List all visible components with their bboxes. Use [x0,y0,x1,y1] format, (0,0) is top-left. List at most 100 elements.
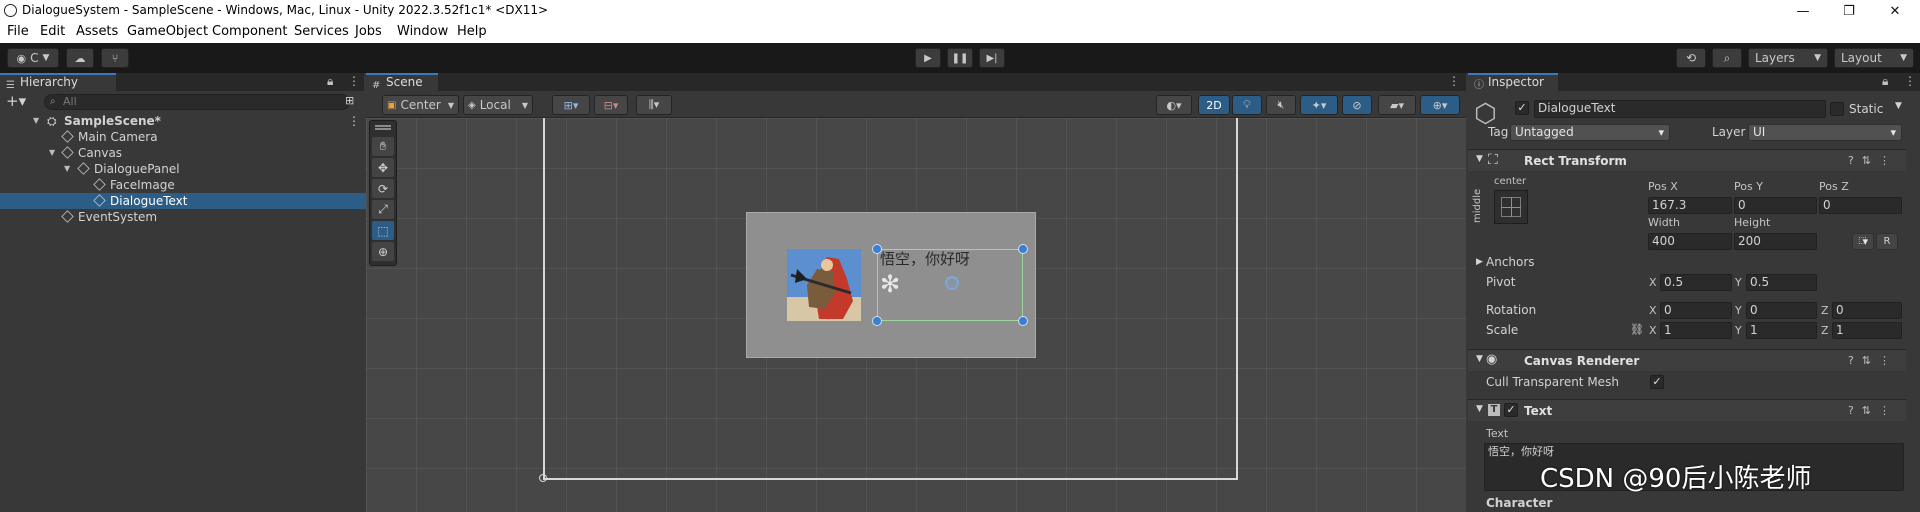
menu-component[interactable]: Component [212,24,287,39]
grid-snap-button[interactable]: ⊞▾ [552,95,590,115]
close-button[interactable]: ✕ [1872,0,1918,22]
menu-jobs[interactable]: Jobs [355,24,382,39]
hidden-objects-toggle[interactable]: ⊘ [1342,95,1372,115]
anchor-flower-icon[interactable]: ✻ [880,270,900,298]
dialogue-panel[interactable]: 悟空，你好呀 ✻ [746,212,1036,358]
step-button[interactable]: ▶| [979,48,1005,68]
menu-window[interactable]: Window [397,24,448,39]
text-enabled-checkbox[interactable]: ✓ [1504,403,1518,417]
rotation-y-field[interactable]: 0 [1746,302,1817,319]
more-options-icon[interactable]: ⋮ [348,74,360,88]
pivot-space-dropdown[interactable]: ◈ Local ▼ [463,95,533,115]
menu-services[interactable]: Services [294,24,349,39]
height-field[interactable]: 200 [1734,233,1817,250]
minimize-button[interactable]: — [1780,0,1826,22]
resize-handle-top-left[interactable] [872,244,882,254]
filter-icon[interactable]: ⊞ [345,94,354,107]
play-button[interactable]: ▶ [915,48,941,68]
text-component-header[interactable]: ▼ T ✓ Text ?⇅⋮ [1468,399,1906,421]
hierarchy-item-faceimage[interactable]: FaceImage [0,177,366,193]
pos-y-field[interactable]: 0 [1734,197,1817,214]
more-options-icon[interactable]: ⋮ [1879,154,1898,167]
width-field[interactable]: 400 [1648,233,1732,250]
cloud-button[interactable]: ☁ [66,48,94,68]
pivot-y-field[interactable]: 0.5 [1746,274,1817,291]
dialogue-text-rect[interactable]: 悟空，你好呀 ✻ [877,249,1023,321]
help-icon[interactable]: ? [1848,354,1862,367]
collapse-arrow-icon[interactable]: ▼ [1476,404,1483,414]
chevron-down-icon[interactable]: ▼ [1895,101,1902,111]
tag-dropdown[interactable]: Untagged [1510,124,1670,141]
component-header-icons[interactable]: ?⇅⋮ [1848,154,1898,167]
rotation-x-field[interactable]: 0 [1660,302,1732,319]
effects-dropdown[interactable]: ✦▾ [1300,95,1338,115]
hierarchy-item-dialoguetext[interactable]: DialogueText [0,193,366,209]
pause-button[interactable]: ❚❚ [947,48,973,68]
align-button[interactable]: ⫼▾ [636,95,672,115]
hierarchy-item-dialoguepanel[interactable]: ▼ DialoguePanel [0,161,366,177]
layers-dropdown[interactable]: Layers ▼ [1748,48,1828,68]
layout-dropdown[interactable]: Layout ▼ [1834,48,1914,68]
increment-snap-button[interactable]: ⊟▾ [594,95,628,115]
pos-x-field[interactable]: 167.3 [1648,197,1732,214]
expand-arrow-icon[interactable]: ▼ [49,145,55,161]
tab-hierarchy[interactable]: ☰ Hierarchy [0,73,116,91]
scene-viewport[interactable]: 悟空，你好呀 ✻ ✋︎ ✥ ⟳ ⤢ ⬚ ⊕ [366,118,1466,512]
menu-assets[interactable]: Assets [76,24,118,39]
camera-settings-dropdown[interactable]: ▰▾ [1378,95,1416,115]
component-header-icons[interactable]: ?⇅⋮ [1848,404,1898,417]
rotation-z-field[interactable]: 0 [1832,302,1902,319]
resize-handle-bottom-right[interactable] [1018,316,1028,326]
expand-arrow-icon[interactable]: ▼ [33,113,39,129]
rect-transform-header[interactable]: ▼ ⛶ Rect Transform ?⇅⋮ [1468,149,1906,171]
more-options-icon[interactable]: ⋮ [1904,74,1916,88]
scale-x-field[interactable]: 1 [1660,322,1732,339]
resize-handle-bottom-left[interactable] [872,316,882,326]
help-icon[interactable]: ? [1848,404,1862,417]
draw-mode-button[interactable]: ◐▾ [1156,95,1192,115]
history-button[interactable]: ⟲ [1676,48,1706,68]
lock-icon[interactable]: 🔒︎ [327,74,333,89]
toggle-2d-button[interactable]: 2D [1198,95,1230,115]
tab-inspector[interactable]: ⓘ Inspector [1468,73,1558,91]
lighting-toggle[interactable]: 💡︎ [1232,95,1262,115]
cull-transparent-mesh-checkbox[interactable]: ✓ [1650,375,1664,389]
expand-arrow-icon[interactable]: ▶ [1476,257,1483,267]
hierarchy-item-samplescene[interactable]: ▼ ⛭ SampleScene* ⋮ [0,113,366,129]
transform-tool-icon[interactable]: ⊕ [372,242,394,261]
gizmos-dropdown[interactable]: ⊕▾ [1420,95,1460,115]
presets-icon[interactable]: ⇅ [1862,354,1879,367]
blueprint-mode-button[interactable]: ⬚ [1852,233,1874,250]
menu-file[interactable]: File [7,24,29,39]
scale-y-field[interactable]: 1 [1746,322,1817,339]
more-options-icon[interactable]: ⋮ [348,113,360,129]
presets-icon[interactable]: ⇅ [1862,154,1879,167]
hand-tool-icon[interactable]: ✋︎ [372,137,394,156]
active-checkbox[interactable]: ✓ [1515,101,1529,115]
object-name-field[interactable]: DialogueText [1534,100,1826,118]
rect-tool-icon[interactable]: ⬚ [372,221,394,240]
account-dropdown[interactable]: ◉ C ▼ [7,48,59,68]
menu-help[interactable]: Help [457,24,487,39]
anchor-presets-button[interactable] [1494,190,1528,224]
hierarchy-item-canvas[interactable]: ▼ Canvas [0,145,366,161]
audio-toggle[interactable]: 🔇︎ [1266,95,1296,115]
hierarchy-item-main-camera[interactable]: Main Camera [0,129,366,145]
tab-scene[interactable]: # Scene [366,73,438,91]
more-options-icon[interactable]: ⋮ [1879,354,1898,367]
pivot-handle[interactable] [945,276,959,290]
constrain-proportions-icon[interactable]: ⛓︎ [1630,323,1644,336]
face-image[interactable] [787,249,861,321]
more-options-icon[interactable]: ⋮ [1448,74,1460,88]
add-icon[interactable]: +▾ [6,92,26,110]
static-checkbox[interactable] [1830,102,1844,116]
scale-z-field[interactable]: 1 [1832,322,1902,339]
maximize-button[interactable]: ❐ [1826,0,1872,22]
canvas-renderer-header[interactable]: ▼ ◉ Canvas Renderer ?⇅⋮ [1468,349,1906,371]
hierarchy-item-eventsystem[interactable]: EventSystem [0,209,366,225]
menu-edit[interactable]: Edit [40,24,65,39]
more-options-icon[interactable]: ⋮ [1879,404,1898,417]
expand-arrow-icon[interactable]: ▼ [64,161,70,177]
search-button[interactable]: ⌕ [1712,48,1742,68]
raw-edit-button[interactable]: R [1876,233,1898,250]
